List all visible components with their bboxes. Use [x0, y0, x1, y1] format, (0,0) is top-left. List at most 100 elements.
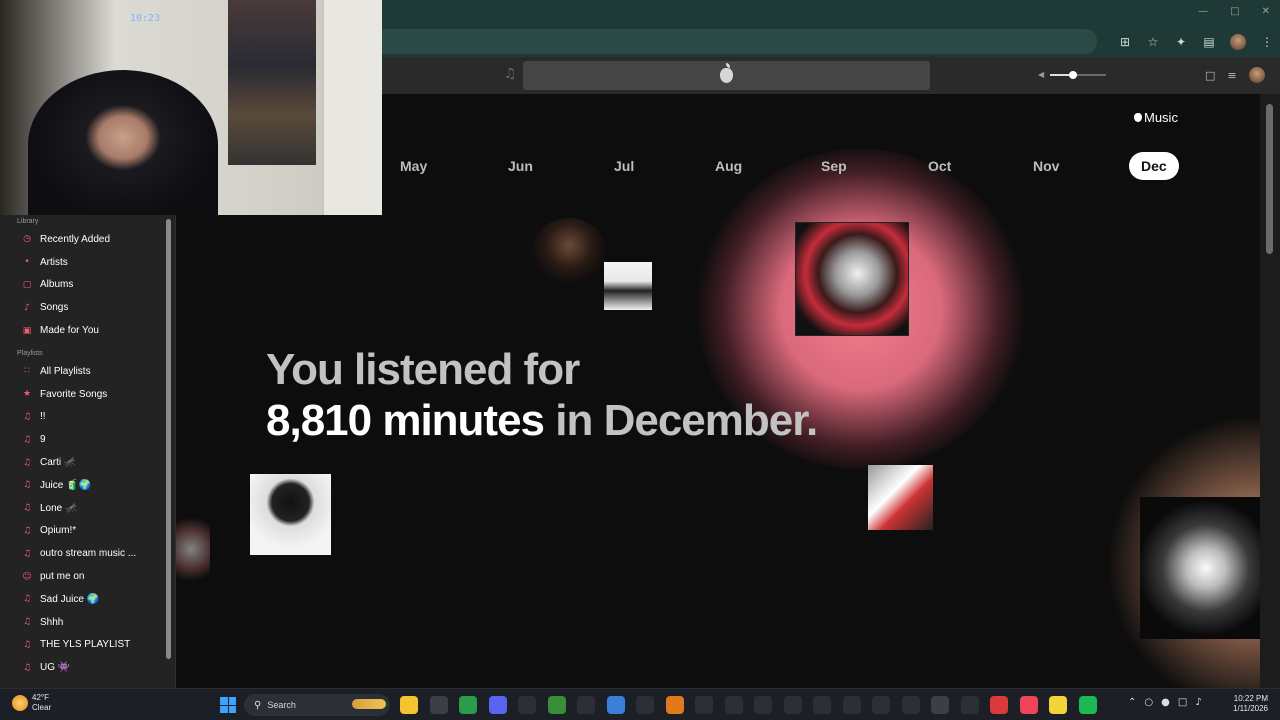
- taskbar-app-icon[interactable]: [842, 696, 861, 714]
- album-art-collage[interactable]: [868, 465, 933, 530]
- taskbar-app-icon[interactable]: [695, 696, 713, 714]
- taskbar-app-icon[interactable]: [488, 696, 507, 714]
- volume-knob[interactable]: [1068, 70, 1077, 79]
- sidebar-item[interactable]: ♫ Lone 🦟: [0, 497, 175, 520]
- player-right-icons: □ ≡: [1205, 67, 1265, 83]
- microphone-icon[interactable]: ●: [1161, 697, 1170, 708]
- album-art-chain[interactable]: [1140, 497, 1260, 639]
- artist-photo[interactable]: [530, 218, 608, 296]
- taskbar-app-icon[interactable]: [429, 696, 448, 714]
- music-note-icon[interactable]: ♫: [502, 66, 518, 84]
- sidebar-item-label: outro stream music ...: [40, 548, 137, 560]
- sidebar-item-label: THE YLS PLAYLIST: [40, 639, 131, 651]
- taskbar-app-icon[interactable]: [783, 696, 802, 714]
- month-tab[interactable]: Nov: [1021, 152, 1071, 180]
- volume-icon[interactable]: ♪: [1195, 697, 1201, 708]
- month-tab[interactable]: Sep: [809, 152, 859, 180]
- sidebar-item[interactable]: ♫ outro stream music ...: [0, 542, 175, 565]
- sidebar-item[interactable]: ☺ put me on: [0, 565, 175, 588]
- volume-slider[interactable]: [1050, 70, 1107, 79]
- extensions-icon[interactable]: ✦: [1174, 35, 1188, 49]
- address-bar[interactable]: [382, 29, 1097, 54]
- playlist-icon: ♫: [22, 548, 32, 559]
- album-art-top[interactable]: [795, 222, 909, 336]
- taskbar-app-icon[interactable]: [1049, 696, 1067, 714]
- minimize-icon[interactable]: —: [1198, 6, 1208, 17]
- queue-icon[interactable]: ≡: [1227, 69, 1236, 82]
- sidebar-item[interactable]: ♪ Songs: [0, 296, 175, 319]
- month-tab[interactable]: Jun: [496, 152, 545, 180]
- sidebar-item[interactable]: ♫ Shhh: [0, 611, 175, 634]
- sidebar-item[interactable]: ◷ Recently Added: [0, 228, 175, 251]
- install-app-icon[interactable]: ⊞: [1118, 35, 1132, 49]
- network-icon[interactable]: ○: [1144, 697, 1153, 708]
- sidebar-item-label: Artists: [40, 256, 68, 268]
- more-menu-icon[interactable]: ⋮: [1260, 35, 1274, 49]
- wall-posters: [228, 0, 316, 165]
- month-tab[interactable]: Oct: [916, 152, 963, 180]
- taskbar-app-icon[interactable]: [872, 696, 890, 714]
- sidebar-item[interactable]: • Artists: [0, 251, 175, 274]
- grid-icon: ∷: [24, 366, 30, 377]
- sidebar-item-label: Favorite Songs: [40, 388, 108, 400]
- sidebar-item[interactable]: ▣ Made for You: [0, 319, 175, 342]
- month-tab[interactable]: Aug: [703, 152, 754, 180]
- taskbar-app-icon[interactable]: [931, 696, 949, 714]
- sidebar-item[interactable]: ♫ Opium!*: [0, 520, 175, 543]
- taskbar-app-icon[interactable]: [1019, 696, 1038, 714]
- taskbar-app-icon[interactable]: [960, 696, 979, 714]
- display-icon[interactable]: □: [1178, 697, 1187, 708]
- sidebar-item[interactable]: ★ Favorite Songs: [0, 383, 175, 406]
- taskbar-app-icon[interactable]: [606, 696, 625, 714]
- sidebar-item-label: Opium!*: [40, 525, 77, 537]
- weather-widget[interactable]: 42°F Clear: [12, 693, 51, 713]
- taskbar-app-icon[interactable]: [636, 696, 654, 714]
- sidebar-item[interactable]: ∷ All Playlists: [0, 360, 175, 383]
- music-sidebar: Library ◷ Recently Added • Artists ▢ Albums ♪ S…: [0, 215, 176, 688]
- profile-avatar[interactable]: [1230, 34, 1246, 50]
- sidebar-item[interactable]: ♫ Carti 🦟: [0, 451, 175, 474]
- bookmark-star-icon[interactable]: ☆: [1146, 35, 1160, 49]
- taskbar-app-icon[interactable]: [754, 696, 772, 714]
- side-panel-icon[interactable]: ▤: [1202, 35, 1216, 49]
- album-art-white[interactable]: [250, 474, 331, 555]
- month-tab-active[interactable]: Dec: [1129, 152, 1179, 180]
- chevron-up-icon[interactable]: ⌃: [1128, 697, 1136, 708]
- library-heading: Library: [17, 218, 39, 225]
- taskbar-app-icon[interactable]: [724, 696, 743, 714]
- taskbar-app-icon[interactable]: [901, 696, 920, 714]
- taskbar-app-icon[interactable]: [990, 696, 1008, 714]
- maximize-icon[interactable]: □: [1230, 6, 1239, 17]
- month-tab[interactable]: May: [388, 152, 439, 180]
- sidebar-item[interactable]: ▢ Albums: [0, 274, 175, 297]
- sidebar-item[interactable]: ♫!!: [0, 406, 175, 429]
- sidebar-item[interactable]: ♫ 9: [0, 428, 175, 451]
- close-icon[interactable]: ✕: [1262, 6, 1270, 17]
- taskbar-search[interactable]: ⚲ Search: [244, 694, 390, 716]
- month-tab[interactable]: Jul: [602, 152, 646, 180]
- taskbar-app-icon[interactable]: [665, 696, 684, 714]
- taskbar-app-icon[interactable]: [459, 696, 477, 714]
- page-scrollbar[interactable]: [1260, 94, 1280, 688]
- playlist-icon: ♫: [22, 457, 32, 468]
- sidebar-item-label: Made for You: [40, 325, 99, 337]
- taskbar-app-icon[interactable]: [547, 696, 566, 714]
- sidebar-item[interactable]: ♫ Sad Juice 🌍: [0, 588, 175, 611]
- taskbar-app-icon[interactable]: [518, 696, 536, 714]
- taskbar-app-icon[interactable]: [400, 696, 418, 714]
- lyrics-icon[interactable]: □: [1205, 69, 1215, 82]
- sidebar-item[interactable]: ♫ Juice 🧃🌍: [0, 474, 175, 497]
- taskbar-app-icon[interactable]: [577, 696, 595, 714]
- sidebar-item[interactable]: ♫ UG 👾: [0, 656, 175, 679]
- sidebar-item[interactable]: ♫ THE YLS PLAYLIST: [0, 634, 175, 657]
- sidebar-item-label: All Playlists: [40, 365, 91, 377]
- sidebar-item-label: !!: [40, 411, 46, 423]
- account-avatar[interactable]: [1248, 67, 1265, 83]
- album-art-small[interactable]: [604, 262, 652, 310]
- start-button[interactable]: [220, 697, 236, 713]
- taskbar-clock[interactable]: 10:22 PM 1/11/2026: [1228, 694, 1268, 714]
- page-scrollbar-thumb[interactable]: [1266, 104, 1273, 254]
- taskbar-app-icon[interactable]: [813, 696, 831, 714]
- taskbar-app-icon[interactable]: [1078, 696, 1097, 714]
- search-highlight-icon: [352, 699, 386, 709]
